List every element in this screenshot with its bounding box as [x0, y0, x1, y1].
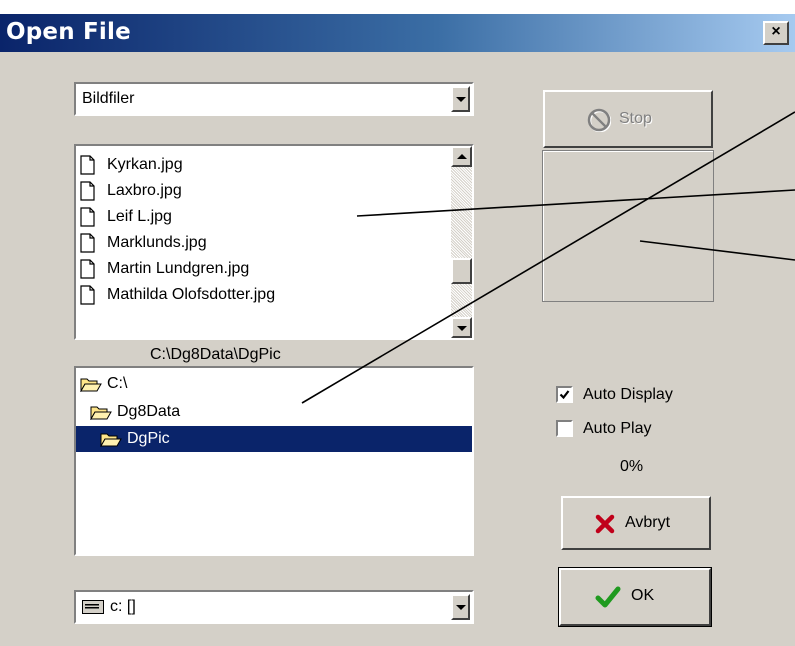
callout-lines	[301, 111, 795, 404]
